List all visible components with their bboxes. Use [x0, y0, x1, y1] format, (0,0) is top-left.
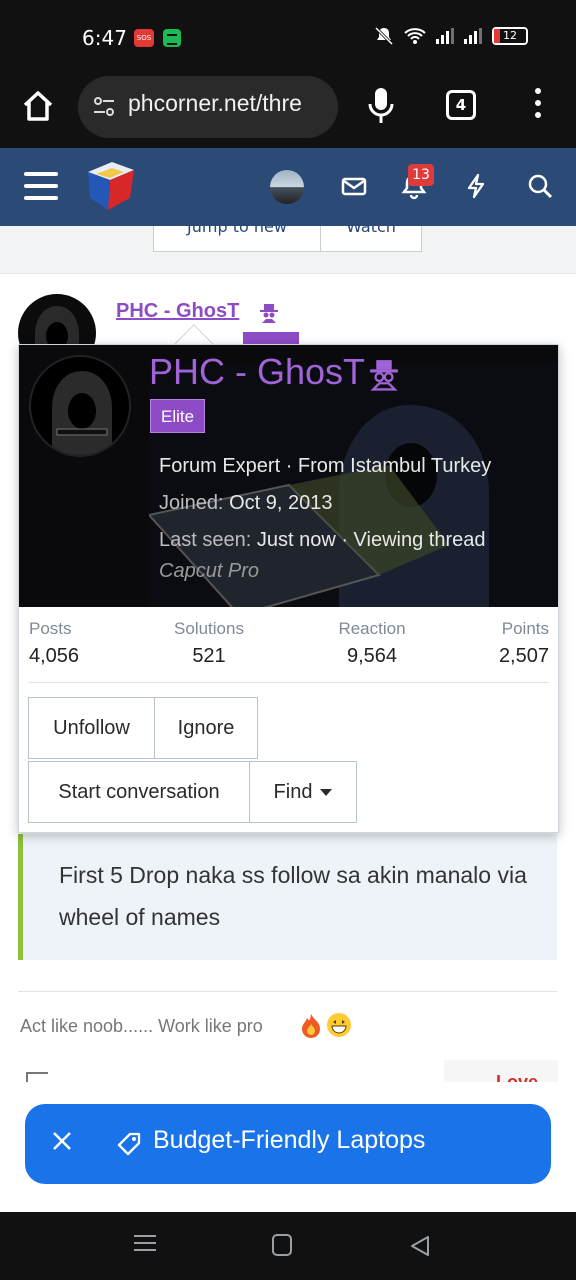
find-dropdown-button[interactable]: Find [249, 761, 357, 823]
jump-to-new-button[interactable]: Jump to new [153, 226, 321, 252]
site-settings-icon[interactable] [92, 96, 116, 118]
last-seen-value: Just now · Viewing thread [256, 529, 486, 551]
home-icon[interactable] [20, 88, 56, 124]
stat-solutions[interactable]: Solutions 521 [167, 619, 251, 668]
notification-badge: 13 [408, 164, 434, 186]
tag-icon [117, 1132, 141, 1156]
battery-icon: 12 [492, 27, 528, 45]
quote-block: First 5 Drop naka ss follow sa akin mana… [18, 834, 557, 960]
bolt-icon[interactable] [462, 172, 490, 200]
sos-icon: SOS [134, 29, 154, 47]
ignore-button[interactable]: Ignore [154, 697, 258, 759]
site-logo[interactable] [84, 158, 138, 214]
stat-label: Solutions [174, 619, 244, 638]
mic-icon[interactable] [366, 86, 396, 126]
signal-icon-2 [464, 28, 482, 44]
member-joined: Joined: Oct 9, 2013 [159, 492, 332, 515]
joined-label: Joined: [159, 492, 224, 514]
last-seen-label: Last seen: [159, 529, 252, 551]
post-username[interactable]: PHC - GhosT [116, 300, 239, 323]
stat-reaction[interactable]: Reaction 9,564 [331, 619, 413, 668]
hamburger-icon[interactable] [24, 172, 58, 200]
member-name[interactable]: PHC - GhosT [149, 351, 365, 393]
stat-value: 9,564 [346, 645, 398, 667]
elite-badge: Elite [150, 399, 206, 433]
stat-label: Reaction [338, 619, 406, 638]
unfollow-button[interactable]: Unfollow [28, 697, 155, 759]
signature-divider [18, 991, 557, 992]
chevron-down-icon [320, 789, 333, 797]
ad-bar: Budget-Friendly Laptops [0, 1082, 576, 1212]
more-vert-icon[interactable] [528, 88, 548, 122]
fire-icon [302, 1014, 320, 1038]
member-last-seen: Last seen: Just now · Viewing thread [159, 529, 486, 552]
home-nav-icon[interactable] [272, 1234, 292, 1256]
status-bar: 6:47 SOS 12 [0, 0, 576, 76]
member-title-line: Forum Expert · From Istambul Turkey [159, 455, 492, 477]
thread-controls: Jump to new Watch [0, 226, 576, 274]
spy-icon [370, 360, 398, 391]
start-conversation-button[interactable]: Start conversation [28, 761, 250, 823]
member-tooltip: PHC - GhosT Elite Forum Expert · From Is… [18, 344, 559, 833]
signature-text: Act like noob...... Work like pro [20, 1016, 263, 1036]
mute-bell-icon [374, 26, 394, 46]
stat-value: 521 [192, 645, 226, 667]
member-activity[interactable]: Capcut Pro [159, 560, 259, 583]
user-avatar[interactable] [270, 170, 304, 204]
signal-icon [436, 28, 454, 44]
wifi-icon [404, 28, 426, 44]
site-header [0, 148, 576, 226]
back-icon[interactable] [408, 1234, 432, 1258]
ad-label[interactable]: Budget-Friendly Laptops [153, 1126, 425, 1155]
spy-icon [260, 304, 278, 323]
quote-text: First 5 Drop naka ss follow sa akin mana… [59, 862, 527, 930]
spotify-icon [163, 29, 181, 47]
stat-value: 4,056 [29, 645, 80, 667]
stat-value: 2,507 [498, 645, 549, 667]
stat-label: Points [501, 619, 549, 638]
recent-apps-icon[interactable] [134, 1235, 156, 1255]
find-label: Find [273, 781, 313, 803]
browser-toolbar: phcorner.net/thre 4 [0, 76, 576, 148]
address-bar[interactable]: phcorner.net/thre [78, 76, 338, 138]
member-banner: PHC - GhosT Elite Forum Expert · From Is… [19, 345, 558, 607]
android-nav-bar [0, 1212, 576, 1280]
stat-points[interactable]: Points 2,507 [499, 619, 549, 668]
status-icons: 12 [374, 26, 528, 46]
tab-switcher-button[interactable]: 4 [446, 90, 476, 120]
status-time: 6:47 [82, 26, 127, 50]
search-icon[interactable] [526, 172, 554, 200]
member-avatar[interactable] [29, 355, 131, 457]
ad-pill[interactable]: Budget-Friendly Laptops [25, 1104, 551, 1184]
grin-icon [327, 1013, 351, 1037]
stat-label: Posts [29, 619, 72, 638]
joined-value: Oct 9, 2013 [229, 492, 333, 514]
battery-level: 12 [503, 29, 517, 42]
close-icon[interactable] [51, 1130, 73, 1152]
url-text[interactable]: phcorner.net/thre [128, 90, 328, 117]
stat-posts[interactable]: Posts 4,056 [29, 619, 79, 668]
member-stats: Posts 4,056 Solutions 521 Reaction 9,564… [29, 619, 549, 683]
watch-button[interactable]: Watch [320, 226, 422, 252]
envelope-icon[interactable] [340, 172, 368, 200]
